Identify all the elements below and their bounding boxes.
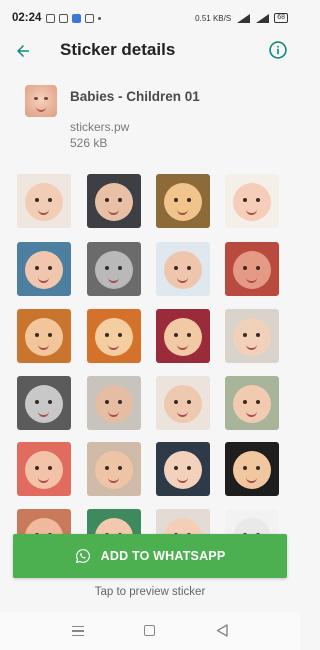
baby-face-image bbox=[25, 451, 63, 489]
baby-face-image bbox=[25, 518, 63, 534]
sticker-grid bbox=[17, 174, 287, 534]
pack-tray-image bbox=[25, 85, 57, 117]
baby-face-image bbox=[164, 251, 202, 289]
wifi-icon bbox=[255, 13, 270, 23]
sticker-thumbnail[interactable] bbox=[87, 309, 141, 363]
baby-face-image bbox=[164, 451, 202, 489]
sticker-thumbnail[interactable] bbox=[225, 242, 279, 296]
sticker-thumbnail[interactable] bbox=[87, 509, 141, 534]
baby-face-image bbox=[95, 318, 133, 356]
sticker-thumbnail[interactable] bbox=[87, 442, 141, 496]
home-icon[interactable] bbox=[144, 625, 155, 636]
app-notification-icon bbox=[72, 13, 82, 23]
baby-face-image bbox=[25, 318, 63, 356]
pack-publisher: stickers.pw bbox=[70, 120, 130, 134]
shield-icon bbox=[85, 13, 95, 23]
sticker-thumbnail[interactable] bbox=[225, 442, 279, 496]
page-title: Sticker details bbox=[60, 40, 176, 59]
sticker-thumbnail[interactable] bbox=[156, 309, 210, 363]
baby-face-image bbox=[95, 385, 133, 423]
baby-face-image bbox=[164, 183, 202, 221]
sticker-thumbnail[interactable] bbox=[87, 376, 141, 430]
signal-icon bbox=[236, 13, 251, 23]
battery-icon: 68 bbox=[274, 13, 288, 23]
status-indicators: 0.51 KB/S 68 bbox=[195, 13, 288, 23]
baby-face-image bbox=[25, 183, 63, 221]
sticker-thumbnail[interactable] bbox=[87, 174, 141, 228]
sticker-thumbnail[interactable] bbox=[156, 376, 210, 430]
baby-face-image bbox=[164, 385, 202, 423]
baby-face-image bbox=[233, 183, 271, 221]
notification-icon bbox=[59, 13, 69, 23]
sticker-thumbnail[interactable] bbox=[17, 509, 71, 534]
baby-face-image bbox=[25, 385, 63, 423]
sticker-thumbnail[interactable] bbox=[17, 376, 71, 430]
add-button-label: ADD TO WHATSAPP bbox=[100, 549, 226, 563]
sticker-thumbnail[interactable] bbox=[156, 174, 210, 228]
recent-apps-icon[interactable] bbox=[72, 626, 84, 637]
sticker-thumbnail[interactable] bbox=[156, 442, 210, 496]
baby-face-image bbox=[233, 518, 271, 534]
baby-face-image bbox=[95, 251, 133, 289]
net-speed: 0.51 KB/S bbox=[195, 13, 232, 23]
baby-face-image bbox=[233, 451, 271, 489]
sticker-thumbnail[interactable] bbox=[17, 242, 71, 296]
navigation-bar bbox=[0, 612, 300, 650]
info-icon[interactable] bbox=[268, 40, 288, 60]
baby-face-image bbox=[95, 451, 133, 489]
baby-face-image bbox=[164, 318, 202, 356]
arrow-back-icon[interactable] bbox=[14, 42, 32, 60]
app-bar: Sticker details bbox=[0, 36, 300, 66]
sticker-thumbnail[interactable] bbox=[225, 376, 279, 430]
baby-face-image bbox=[233, 318, 271, 356]
nav-back-icon[interactable] bbox=[216, 624, 228, 637]
pack-size: 526 kB bbox=[70, 136, 108, 150]
sticker-thumbnail[interactable] bbox=[225, 174, 279, 228]
sticker-thumbnail[interactable] bbox=[225, 509, 279, 534]
more-notifications-icon bbox=[98, 16, 102, 20]
preview-hint: Tap to preview sticker bbox=[94, 586, 206, 598]
baby-face-image bbox=[233, 251, 271, 289]
status-bar: 02:24 0.51 KB/S 68 bbox=[0, 0, 300, 36]
sticker-thumbnail[interactable] bbox=[87, 242, 141, 296]
baby-face-image bbox=[95, 518, 133, 534]
sticker-thumbnail[interactable] bbox=[156, 509, 210, 534]
sticker-thumbnail[interactable] bbox=[17, 442, 71, 496]
sticker-thumbnail[interactable] bbox=[225, 309, 279, 363]
notification-icon bbox=[46, 13, 56, 23]
baby-face-image bbox=[95, 183, 133, 221]
pack-name: Babies - Children 01 bbox=[70, 89, 200, 104]
whatsapp-icon bbox=[75, 549, 90, 564]
baby-face-image bbox=[164, 518, 202, 534]
sticker-thumbnail[interactable] bbox=[17, 174, 71, 228]
baby-face-image bbox=[25, 251, 63, 289]
add-to-whatsapp-button[interactable]: ADD TO WHATSAPP bbox=[13, 534, 287, 578]
baby-face-image bbox=[233, 385, 271, 423]
sticker-thumbnail[interactable] bbox=[156, 242, 210, 296]
status-time: 02:24 bbox=[12, 12, 42, 24]
sticker-thumbnail[interactable] bbox=[17, 309, 71, 363]
